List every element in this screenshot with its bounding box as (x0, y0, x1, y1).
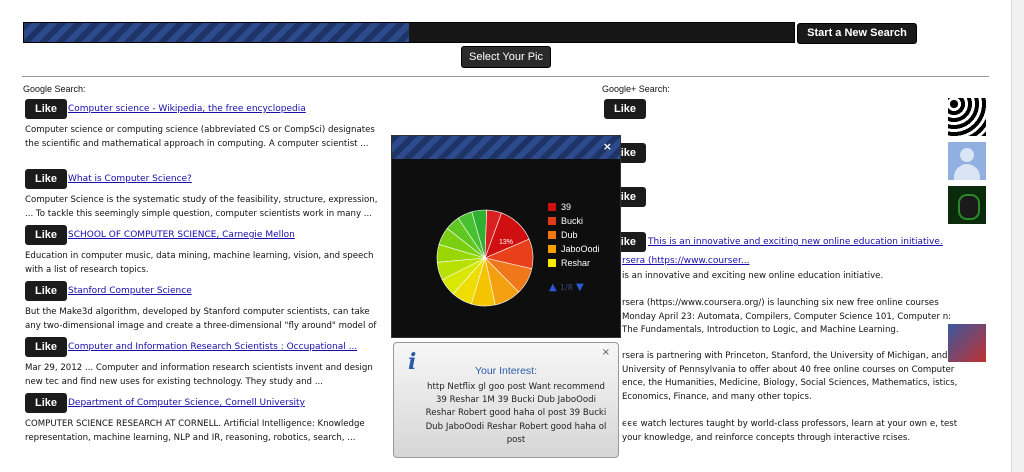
like-button[interactable]: Like (25, 393, 67, 413)
result-snippet: But the Make3d algorithm, developed by S… (25, 307, 377, 344)
result-link[interactable]: Department of Computer Science, Cornell … (68, 398, 305, 408)
legend-item: JaboOodi (548, 244, 600, 254)
like-button[interactable]: Like (25, 225, 67, 245)
legend-swatch (548, 245, 556, 253)
legend-item: Reshar (548, 258, 590, 268)
result-snippet: Mar 29, 2012 ... Computer and informatio… (25, 363, 373, 387)
legend-swatch (548, 217, 556, 225)
result-link[interactable]: Computer and Information Research Scient… (68, 342, 357, 352)
coursera-link[interactable]: rsera (https://www.courser... (622, 256, 749, 266)
like-button[interactable]: Like (25, 99, 67, 119)
interest-chart-popup: × 13% 39 Bucki Dub JaboOodi Reshar ▲ 1/8… (391, 135, 621, 338)
result-link[interactable]: Computer science - Wikipedia, the free e… (68, 104, 306, 114)
interest-title: Your Interest: (474, 365, 538, 377)
select-your-pic-button[interactable]: Select Your Pic (461, 46, 551, 68)
avatar (948, 98, 986, 136)
legend-item: Bucki (548, 216, 583, 226)
pie-chart: 13% (436, 209, 534, 307)
legend-item: 39 (548, 202, 571, 212)
pager-up-icon[interactable]: ▲ (549, 282, 557, 293)
your-interest-popup: i × Your Interest: http Netflix gl goo p… (393, 342, 619, 458)
google-search-title: Google Search: (23, 84, 86, 94)
close-icon[interactable]: × (602, 347, 610, 358)
result-snippet: Education in computer music, data mining… (25, 251, 374, 275)
like-button[interactable]: Like (25, 281, 67, 301)
result-link[interactable]: Stanford Computer Science (68, 286, 192, 296)
close-icon[interactable]: × (603, 140, 612, 153)
gplus-search-title: Google+ Search: (602, 84, 670, 94)
chart-popup-header: × (392, 136, 620, 159)
post-snippet: is an innovative and exciting new online… (622, 271, 884, 281)
legend-swatch (548, 203, 556, 211)
avatar (948, 186, 986, 224)
like-button[interactable]: Like (604, 99, 646, 119)
pager-down-icon[interactable]: ▼ (576, 282, 584, 293)
start-new-search-button[interactable]: Start a New Search (797, 23, 917, 44)
legend-pager[interactable]: ▲ 1/8 ▼ (549, 282, 584, 293)
post-snippet: ϵϵϵ watch lectures taught by world-class… (622, 419, 958, 443)
avatar (948, 142, 986, 180)
post-snippet: rsera (https://www.coursera.org/) is lau… (622, 298, 952, 335)
result-link[interactable]: What is Computer Science? (68, 174, 192, 184)
legend-item: Dub (548, 230, 578, 240)
interest-text: http Netflix gl goo post Want recommend … (425, 382, 607, 445)
result-snippet: Computer science or computing science (a… (25, 125, 375, 149)
result-snippet: COMPUTER SCIENCE RESEARCH AT CORNELL. Ar… (25, 419, 365, 443)
like-button[interactable]: Like (25, 169, 67, 189)
like-button[interactable]: Like (25, 337, 67, 357)
avatar (948, 324, 986, 362)
legend-swatch (548, 259, 556, 267)
slice-percent-label: 13% (499, 239, 513, 246)
scrollbar[interactable] (1011, 0, 1024, 472)
result-snippet: Computer Science is the systematic study… (25, 195, 378, 219)
divider (22, 76, 989, 77)
progress-fill (24, 23, 409, 42)
pager-text: 1/8 (559, 283, 573, 292)
search-progress-bar (23, 22, 795, 43)
result-link[interactable]: This is an innovative and exciting new o… (648, 237, 943, 247)
legend-swatch (548, 231, 556, 239)
result-link[interactable]: SCHOOL OF COMPUTER SCIENCE, Carnegie Mel… (68, 230, 295, 240)
post-snippet: rsera is partnering with Princeton, Stan… (622, 351, 958, 402)
